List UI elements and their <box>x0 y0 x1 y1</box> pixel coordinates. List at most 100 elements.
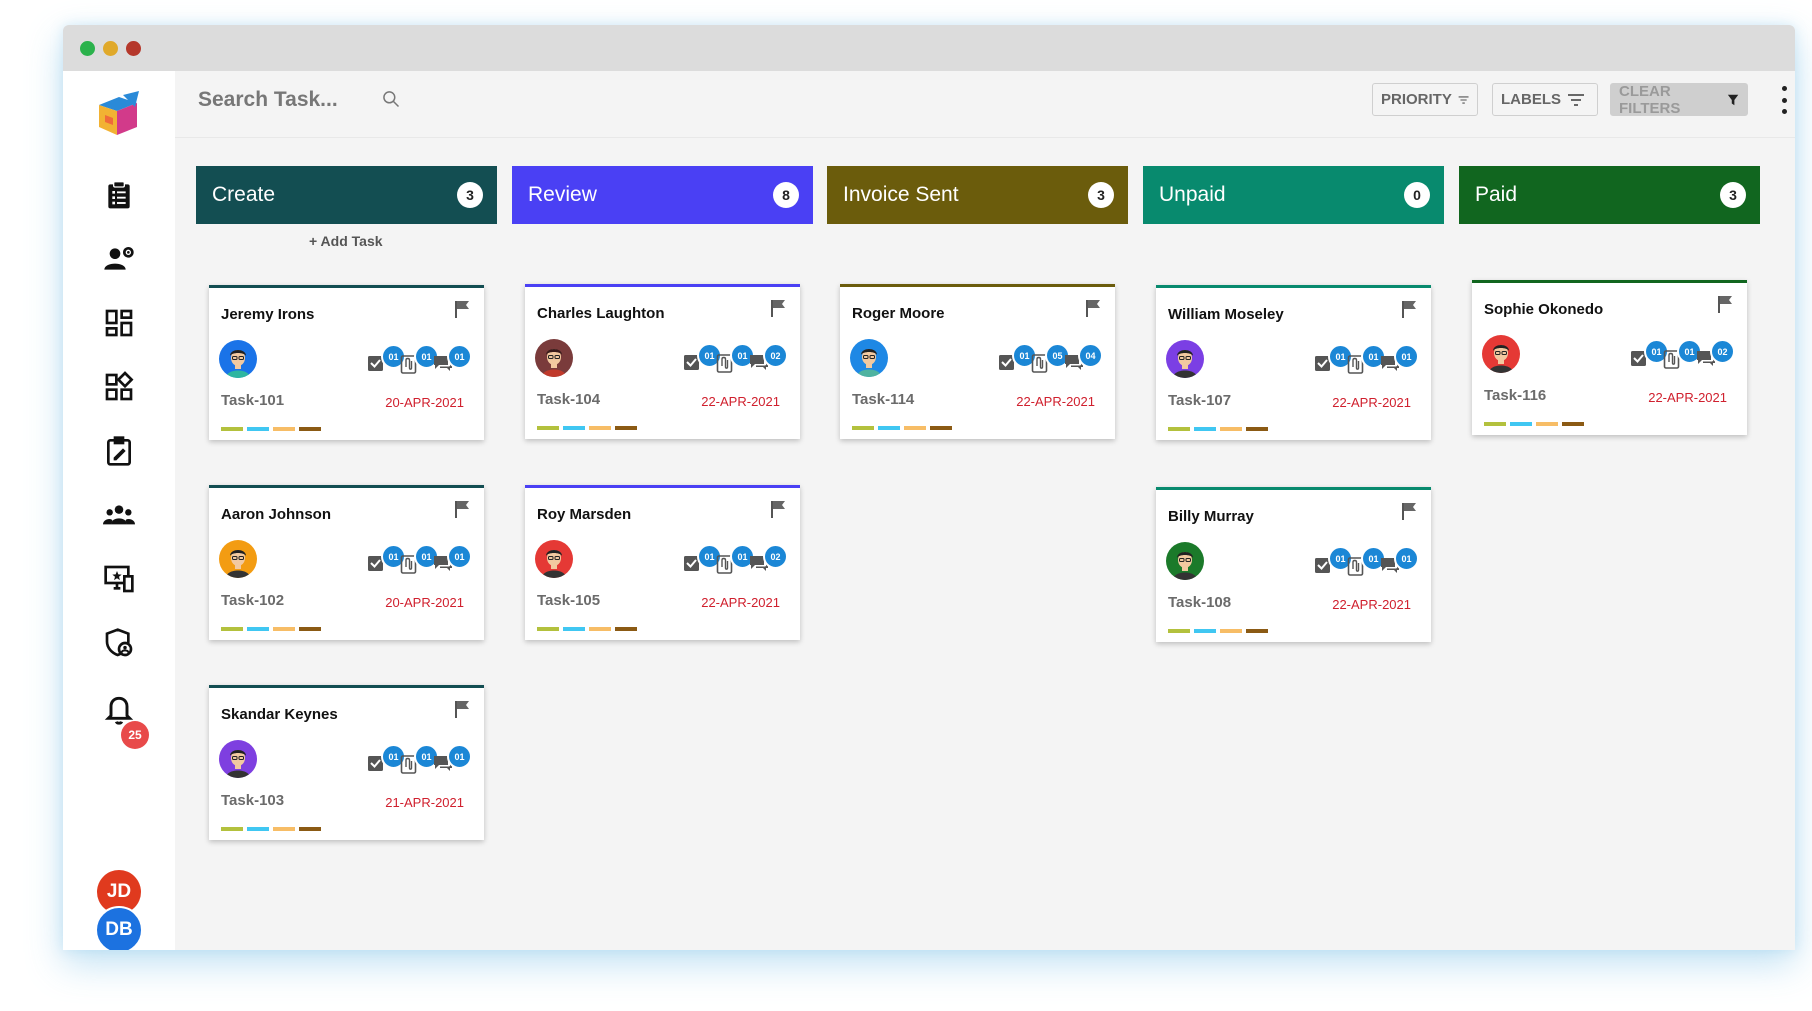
assignee-avatar[interactable] <box>1482 335 1520 373</box>
due-date: 22-APR-2021 <box>1332 597 1411 612</box>
assignee-avatar[interactable] <box>219 340 257 378</box>
security-shield-icon[interactable] <box>99 623 139 663</box>
due-date: 22-APR-2021 <box>1648 390 1727 405</box>
card-assignee-name: Roger Moore <box>852 305 945 322</box>
flag-icon[interactable] <box>770 299 786 322</box>
flag-icon[interactable] <box>454 500 470 523</box>
label-bar <box>1194 427 1216 431</box>
task-card[interactable]: Aaron Johnson 01 01 01 Task-102 20-APR-2021 <box>209 485 484 640</box>
column-count-badge: 3 <box>1088 182 1114 208</box>
comments-count-badge: 01 <box>447 544 472 569</box>
search-icon[interactable] <box>381 89 401 109</box>
task-card[interactable]: Roger Moore 01 05 04 Task-114 22-APR-2021 <box>840 284 1115 439</box>
label-color-bars <box>537 426 637 430</box>
due-date: 22-APR-2021 <box>1016 394 1095 409</box>
comments-icon[interactable]: 02 <box>749 544 789 580</box>
task-id: Task-107 <box>1168 392 1232 409</box>
comments-count-badge: 01 <box>1394 344 1419 369</box>
task-card[interactable]: Roy Marsden 01 01 02 Task-105 22-APR-2021 <box>525 485 800 640</box>
assignee-avatar[interactable] <box>535 540 573 578</box>
label-bar <box>589 627 611 631</box>
comments-count-badge: 01 <box>447 744 472 769</box>
comments-icon[interactable]: 04 <box>1064 343 1104 379</box>
window-minimize-button[interactable] <box>103 41 118 56</box>
more-options-icon[interactable] <box>1779 86 1789 114</box>
app-logo-icon[interactable] <box>93 89 143 139</box>
label-bar <box>299 427 321 431</box>
column-review-header[interactable]: Review 8 <box>512 166 813 224</box>
user-settings-icon[interactable] <box>99 239 139 279</box>
column-title: Create <box>212 183 276 206</box>
label-bar <box>1246 427 1268 431</box>
clear-filters-button[interactable]: CLEAR FILTERS <box>1610 83 1748 117</box>
comments-icon[interactable]: 01 <box>433 344 473 380</box>
user-avatar-db[interactable]: DB <box>95 906 143 950</box>
window-maximize-button[interactable] <box>80 41 95 56</box>
dashboard-icon[interactable] <box>99 303 139 343</box>
task-id: Task-101 <box>221 392 285 409</box>
label-color-bars <box>1168 629 1268 633</box>
due-date: 22-APR-2021 <box>701 394 780 409</box>
column-create-header[interactable]: Create 3 <box>196 166 497 224</box>
flag-icon[interactable] <box>1717 295 1733 318</box>
label-color-bars <box>1168 427 1268 431</box>
flag-icon[interactable] <box>454 700 470 723</box>
task-id: Task-108 <box>1168 594 1232 611</box>
label-bar <box>1484 422 1506 426</box>
top-toolbar: Search Task... PRIORITY LABELS CLEAR FIL… <box>175 71 1795 127</box>
flag-icon[interactable] <box>1401 300 1417 323</box>
team-icon[interactable] <box>99 495 139 535</box>
search-input[interactable]: Search Task... <box>198 88 338 112</box>
labels-filter-button[interactable]: LABELS <box>1492 83 1598 116</box>
card-assignee-name: Sophie Okonedo <box>1484 301 1604 318</box>
label-bar <box>563 627 585 631</box>
column-unpaid-header[interactable]: Unpaid 0 <box>1143 166 1444 224</box>
assignee-avatar[interactable] <box>850 339 888 377</box>
comments-icon[interactable]: 01 <box>1380 546 1420 582</box>
task-card[interactable]: Jeremy Irons 01 01 01 Task-101 20-APR-2021 <box>209 285 484 440</box>
label-bar <box>221 627 243 631</box>
assignee-avatar[interactable] <box>1166 542 1204 580</box>
priority-filter-button[interactable]: PRIORITY <box>1372 83 1478 116</box>
comments-icon[interactable]: 01 <box>433 744 473 780</box>
task-id: Task-116 <box>1484 387 1547 404</box>
flag-icon[interactable] <box>454 300 470 323</box>
column-count-badge: 0 <box>1404 182 1430 208</box>
task-card[interactable]: William Moseley 01 01 01 Task-107 22-APR-2021 <box>1156 285 1431 440</box>
window-close-button[interactable] <box>126 41 141 56</box>
task-id: Task-102 <box>221 592 285 609</box>
monitor-devices-icon[interactable] <box>99 559 139 599</box>
column-paid-header[interactable]: Paid 3 <box>1459 166 1760 224</box>
add-task-button[interactable]: + Add Task <box>309 233 383 249</box>
task-id: Task-104 <box>537 391 601 408</box>
assignee-avatar[interactable] <box>1166 340 1204 378</box>
column-title: Paid <box>1475 183 1518 206</box>
label-bar <box>221 427 243 431</box>
due-date: 22-APR-2021 <box>701 595 780 610</box>
edit-task-icon[interactable] <box>99 431 139 471</box>
card-assignee-name: Aaron Johnson <box>221 506 332 523</box>
flag-icon[interactable] <box>1401 502 1417 525</box>
comments-icon[interactable]: 01 <box>1380 344 1420 380</box>
task-card[interactable]: Skandar Keynes 01 01 01 Task-103 21-APR-2021 <box>209 685 484 840</box>
assignee-avatar[interactable] <box>535 339 573 377</box>
task-card[interactable]: Sophie Okonedo 01 01 02 Task-116 22-APR-2021 <box>1472 280 1747 435</box>
comments-icon[interactable]: 02 <box>1696 339 1736 375</box>
comments-icon[interactable]: 02 <box>749 343 789 379</box>
label-color-bars <box>852 426 952 430</box>
flag-icon[interactable] <box>770 500 786 523</box>
funnel-icon <box>1727 94 1739 105</box>
sidebar: 25 JD DB <box>63 71 175 950</box>
task-card[interactable]: Billy Murray 01 01 01 Task-108 22-APR-2021 <box>1156 487 1431 642</box>
column-invoice-sent-header[interactable]: Invoice Sent 3 <box>827 166 1128 224</box>
assignee-avatar[interactable] <box>219 540 257 578</box>
flag-icon[interactable] <box>1085 299 1101 322</box>
widgets-icon[interactable] <box>99 367 139 407</box>
task-card[interactable]: Charles Laughton 01 01 02 Task-104 22-APR-202… <box>525 284 800 439</box>
label-bar <box>615 627 637 631</box>
assignee-avatar[interactable] <box>219 740 257 778</box>
comments-icon[interactable]: 01 <box>433 544 473 580</box>
tasks-clipboard-icon[interactable] <box>99 175 139 215</box>
column-title: Unpaid <box>1159 183 1226 206</box>
comments-count-badge: 04 <box>1078 343 1103 368</box>
